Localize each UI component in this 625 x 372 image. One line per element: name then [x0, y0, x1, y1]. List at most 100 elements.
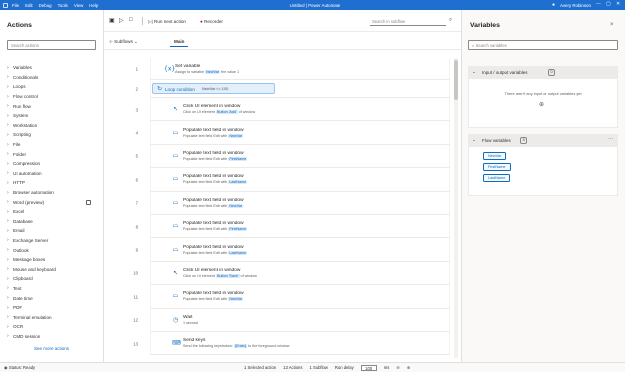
step-card[interactable]: ▭ Populate text field in window Populate t…	[150, 121, 450, 145]
minimize-icon[interactable]: —	[596, 2, 601, 7]
action-group-outlook[interactable]: › Outlook	[0, 245, 103, 255]
menu-edit[interactable]: Edit	[25, 3, 33, 8]
subflow-search-input[interactable]: Search in subflow	[370, 16, 446, 26]
see-more-actions-link[interactable]: See more actions	[0, 346, 103, 351]
action-group-database[interactable]: › Database	[0, 217, 103, 227]
flow-step-row[interactable]: 9 ▭ Populate text field in window Populate …	[104, 238, 454, 262]
step-description: Populate text field Edit with NewVar	[183, 297, 443, 302]
flow-step-row[interactable]: 5 ▭ Populate text field in window Populate …	[104, 144, 454, 169]
scrollbar-thumb[interactable]	[454, 60, 458, 100]
step-card[interactable]: ◷ Wait 1 second	[150, 308, 450, 332]
io-variables-header[interactable]: ⌄ Input / output variables 0	[468, 66, 618, 78]
action-group-file[interactable]: › File	[0, 140, 103, 150]
search-icon[interactable]: ⌕	[449, 17, 452, 24]
flow-step-row[interactable]: 6 ▭ Populate text field in window Populate …	[104, 168, 454, 192]
flow-variables-header[interactable]: ⌄ Flow variables 3 ⋯	[468, 134, 618, 146]
run-icon[interactable]: ▷	[119, 17, 124, 24]
action-group-ui-automation[interactable]: › UI automation	[0, 169, 103, 179]
action-group-word-preview[interactable]: › Word (preview)	[0, 197, 103, 207]
actions-search-input[interactable]: Search actions	[7, 40, 96, 50]
action-group-ocr[interactable]: › OCR	[0, 322, 103, 332]
tab-main[interactable]: Main	[170, 37, 189, 47]
action-group-message-boxes[interactable]: › Message boxes	[0, 255, 103, 265]
add-variable-icon[interactable]: ⊕	[539, 101, 544, 108]
close-window-icon[interactable]: ✕	[616, 2, 620, 7]
action-group-exchange-server[interactable]: › Exchange Server	[0, 236, 103, 246]
variables-panel-title: Variables	[470, 22, 500, 29]
flow-variable-chip[interactable]: NewVar	[483, 152, 507, 160]
step-card[interactable]: ▭ Populate text field in window Populate t…	[150, 214, 450, 239]
action-group-system[interactable]: › System	[0, 111, 103, 121]
action-group-excel[interactable]: › Excel	[0, 207, 103, 217]
user-avatar-icon[interactable]: ●	[552, 2, 555, 8]
io-variables-body: There aren't any input or output variabl…	[468, 78, 618, 128]
stop-icon[interactable]: □	[129, 17, 133, 23]
action-group-mouse-and-keyboard[interactable]: › Mouse and keyboard	[0, 264, 103, 274]
step-card[interactable]: ▭ Populate text field in window Populate t…	[150, 191, 450, 215]
action-group-text[interactable]: › Text	[0, 284, 103, 294]
flow-variable-chip[interactable]: FirstName	[483, 163, 511, 171]
action-group-browser-automation[interactable]: › Browser automation	[0, 188, 103, 198]
step-variable-token: NewVar	[228, 297, 244, 302]
close-icon[interactable]: ×	[610, 22, 614, 28]
action-group-folder[interactable]: › Folder	[0, 149, 103, 159]
run-next-action-button[interactable]: ▷| Run next action	[148, 19, 186, 25]
more-options-icon[interactable]: ⋯	[608, 136, 613, 142]
step-card[interactable]: ▭ Populate text field in window Populate t…	[150, 285, 450, 309]
action-group-date-time[interactable]: › Date time	[0, 293, 103, 303]
step-card[interactable]: ↻ Loop condition NewVar <= 100	[150, 80, 450, 98]
step-card[interactable]: ↖ Click UI element in window Click on UI e…	[150, 98, 450, 122]
flow-variable-chip[interactable]: LastName	[483, 174, 511, 182]
recorder-label: Recorder	[204, 18, 223, 24]
menu-view[interactable]: View	[74, 3, 83, 8]
step-card[interactable]: ▭ Populate text field in window Populate t…	[150, 168, 450, 192]
step-card[interactable]: ▭ Populate text field in window Populate t…	[150, 238, 450, 262]
flow-step-row[interactable]: 13 ⌨ Send keys Send the following keystroke…	[104, 331, 454, 356]
zoom-in-icon[interactable]: ⊕	[407, 365, 411, 370]
flow-step-row[interactable]: 10 ↖ Click UI element in window Click on UI…	[104, 261, 454, 286]
run-delay-input[interactable]: 100	[360, 364, 377, 371]
flow-scrollbar[interactable]	[454, 58, 458, 358]
loop-condition-block[interactable]: ↻ Loop condition NewVar <= 100	[152, 83, 275, 94]
action-group-scripting[interactable]: › Scripting	[0, 130, 103, 140]
action-group-loops[interactable]: › Loops	[0, 82, 103, 92]
action-group-conditionals[interactable]: › Conditionals	[0, 73, 103, 83]
menu-tools[interactable]: Tools	[58, 3, 68, 8]
action-group-run-flow[interactable]: › Run flow	[0, 101, 103, 111]
flow-step-row[interactable]: 7 ▭ Populate text field in window Populate …	[104, 191, 454, 215]
action-group-email[interactable]: › Email	[0, 226, 103, 236]
flow-step-row[interactable]: 2 ↻ Loop condition NewVar <= 100	[104, 80, 454, 98]
action-group-pdf[interactable]: › PDF	[0, 303, 103, 313]
menu-file[interactable]: File	[12, 3, 19, 8]
actions-panel-title: Actions	[7, 22, 32, 29]
recorder-button[interactable]: ● Recorder	[200, 19, 223, 24]
action-group-variables[interactable]: › Variables	[0, 63, 103, 73]
action-group-workstation[interactable]: › Workstation	[0, 121, 103, 131]
zoom-out-icon[interactable]: ⊖	[396, 365, 400, 370]
action-group-clipboard[interactable]: › Clipboard	[0, 274, 103, 284]
step-card[interactable]: ▭ Populate text field in window Populate t…	[150, 144, 450, 169]
flow-step-row[interactable]: 1 {x} Set variable Assign to variable NewVa…	[104, 58, 454, 80]
flow-step-row[interactable]: 11 ▭ Populate text field in window Populate…	[104, 285, 454, 309]
step-card[interactable]: ⌨ Send keys Send the following keystrokes:…	[150, 331, 450, 356]
step-card[interactable]: ↖ Click UI element in window Click on UI e…	[150, 261, 450, 286]
subflows-count: 1 Subflow	[309, 365, 328, 370]
menu-debug[interactable]: Debug	[39, 3, 52, 8]
flow-step-row[interactable]: 3 ↖ Click UI element in window Click on UI …	[104, 98, 454, 122]
action-group-label: Terminal emulation	[13, 314, 52, 320]
subflows-dropdown[interactable]: ⊹ Subflows ⌄	[109, 39, 138, 45]
action-group-cmd-session[interactable]: › CMD session	[0, 332, 103, 342]
flow-step-row[interactable]: 8 ▭ Populate text field in window Populate …	[104, 214, 454, 239]
step-card[interactable]: {x} Set variable Assign to variable NewVar…	[150, 58, 450, 80]
menu-help[interactable]: Help	[89, 3, 98, 8]
action-group-flow-control[interactable]: › Flow control	[0, 92, 103, 102]
save-icon[interactable]: ▣	[109, 17, 115, 24]
flow-step-row[interactable]: 12 ◷ Wait 1 second	[104, 308, 454, 332]
maximize-icon[interactable]: ▢	[606, 2, 611, 7]
variables-search-input[interactable]: ⌕ Search variables	[468, 40, 618, 50]
action-group-http[interactable]: › HTTP	[0, 178, 103, 188]
action-group-compression[interactable]: › Compression	[0, 159, 103, 169]
flow-step-row[interactable]: 4 ▭ Populate text field in window Populate …	[104, 121, 454, 145]
user-name[interactable]: Avery Robinson	[560, 3, 591, 8]
action-group-terminal-emulation[interactable]: › Terminal emulation	[0, 312, 103, 322]
